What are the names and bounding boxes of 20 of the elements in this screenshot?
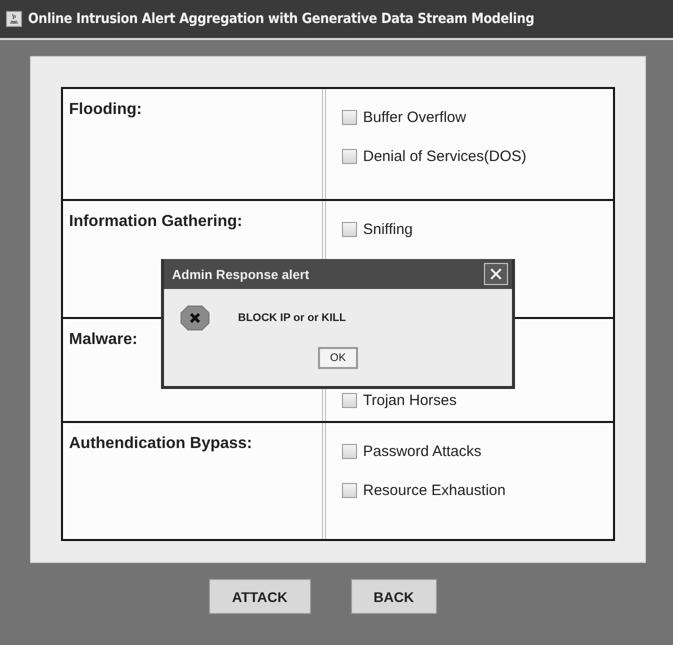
close-icon [490,268,502,280]
ok-button[interactable]: OK [318,347,358,369]
attack-checkbox[interactable]: Denial of Services(DOS) [342,148,526,165]
attack-checkbox[interactable]: Resource Exhaustion [342,482,506,499]
attack-checkbox[interactable]: Password Attacks [342,443,482,460]
app-icon [6,11,22,27]
category-label: Flooding: [69,101,142,118]
attack-checkbox[interactable]: Trojan Horses [342,392,457,409]
attack-checkbox[interactable]: Sniffing [342,221,413,238]
close-button[interactable] [484,263,508,285]
category-label: Malware: [69,331,138,348]
attack-checkbox[interactable]: Buffer Overflow [342,109,466,126]
error-icon [180,305,210,331]
category-label: Information Gathering: [69,213,242,230]
dialog-title: Admin Response alert [172,266,310,282]
window-title: Online Intrusion Alert Aggregation with Generative Data Stream Modeling [28,11,534,27]
action-button[interactable]: ATTACK [209,579,310,614]
alert-message: BLOCK IP or or KILL [238,312,346,324]
category-label: Authendication Bypass: [69,435,252,452]
action-button[interactable]: BACK [350,579,437,614]
